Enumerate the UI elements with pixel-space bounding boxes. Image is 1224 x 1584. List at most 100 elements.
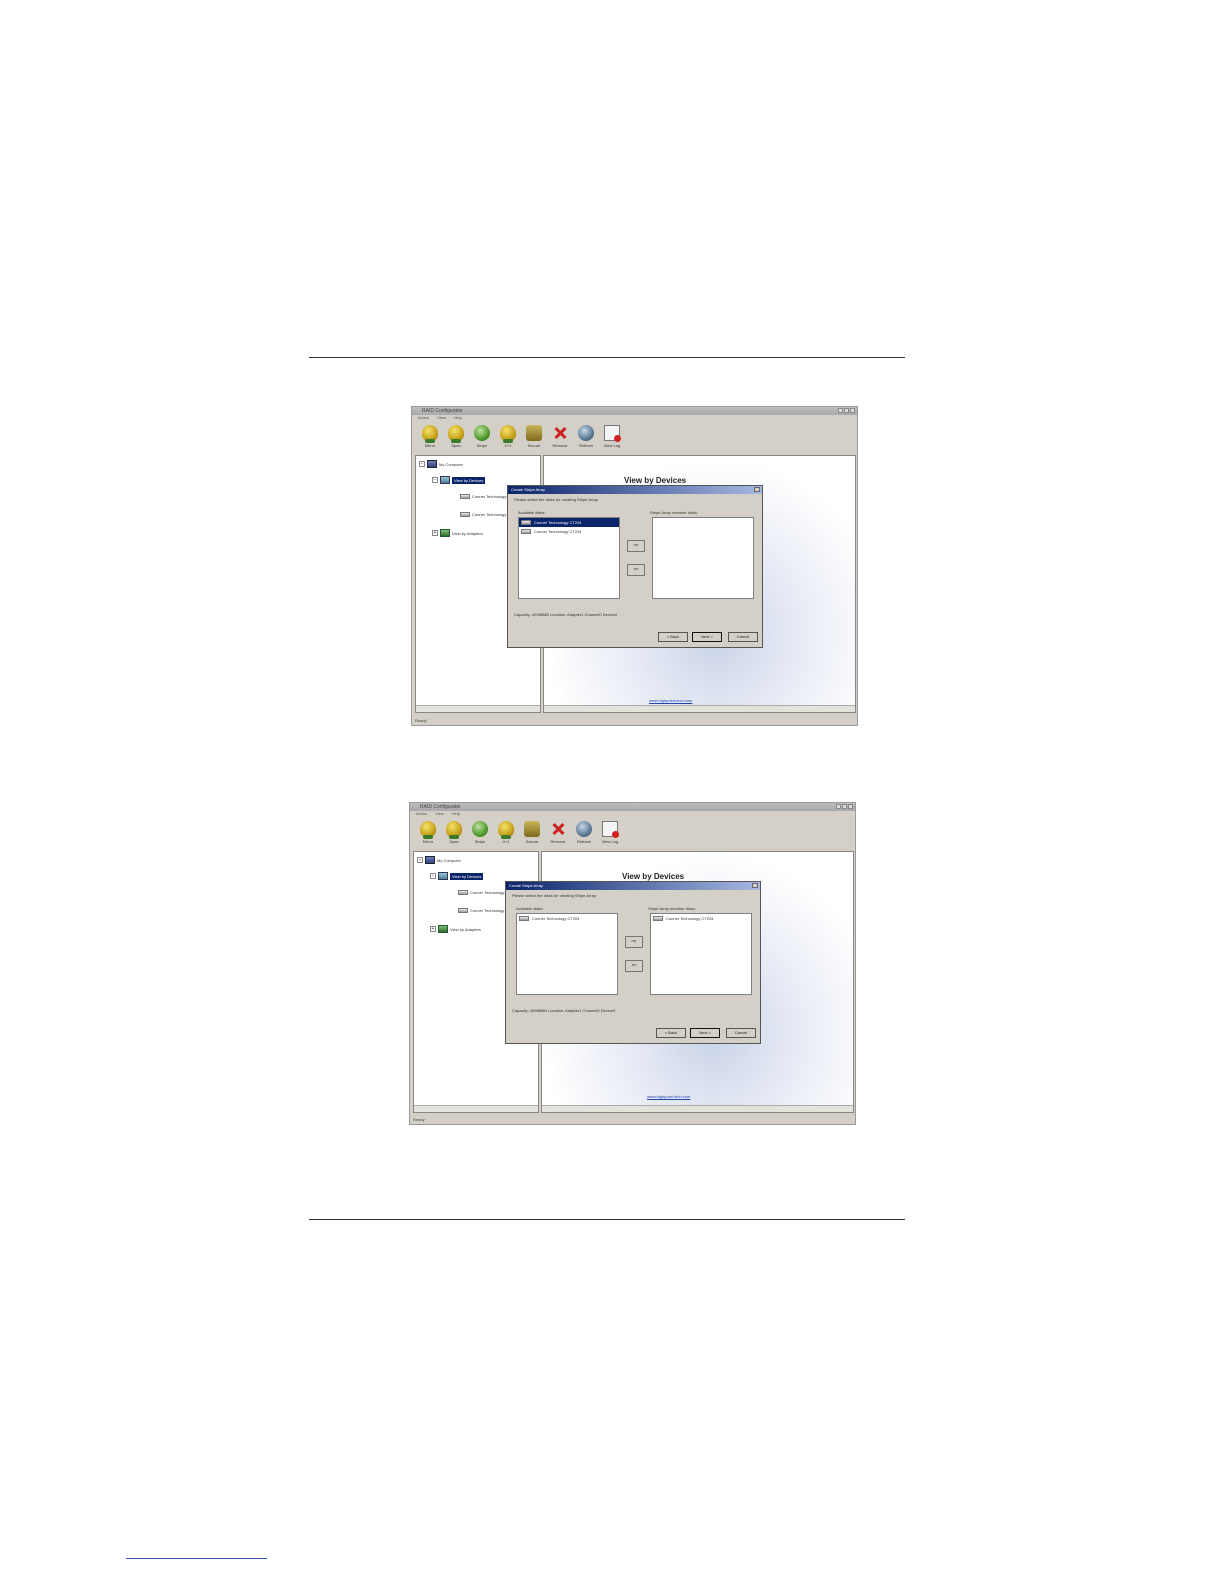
adapter-icon — [438, 925, 448, 933]
panel-title: View by Devices — [624, 476, 687, 485]
tree-item-disk[interactable]: Conner Technology — [470, 890, 504, 895]
close-icon[interactable] — [850, 408, 855, 413]
next-button[interactable]: Next > — [690, 1028, 720, 1038]
span-button[interactable]: Span — [446, 421, 466, 448]
remove-button[interactable]: Remove — [550, 421, 570, 448]
span-icon — [448, 425, 464, 443]
tree-item-my-computer[interactable]: My Computer — [439, 462, 463, 467]
list-item[interactable]: Conner Technology CT204 — [651, 914, 751, 923]
expand-icon[interactable]: + — [432, 530, 438, 536]
span-button[interactable]: Span — [444, 817, 464, 844]
span-icon — [446, 821, 462, 839]
horizontal-scrollbar[interactable] — [542, 1105, 853, 1112]
available-disks-list[interactable]: Conner Technology CT204 Conner Technolog… — [518, 517, 620, 599]
capacity-info: Capacity: 40988MB Location: Adapter1 Cha… — [512, 1008, 616, 1013]
minimize-icon[interactable] — [838, 408, 843, 413]
next-button[interactable]: Next > — [692, 632, 722, 642]
refresh-button[interactable]: Refresh — [576, 421, 596, 448]
dialog-titlebar[interactable]: Create Stripe Array — [506, 882, 760, 890]
close-icon[interactable] — [848, 804, 853, 809]
minimize-icon[interactable] — [836, 804, 841, 809]
dialog-titlebar[interactable]: Create Stripe Array — [508, 486, 762, 494]
tree-item-view-devices[interactable]: View by Devices — [450, 872, 484, 880]
tree-item-disk[interactable]: Conner Technology — [472, 494, 506, 499]
cancel-button[interactable]: Cancel — [726, 1028, 756, 1038]
footnote-rule — [126, 1558, 267, 1559]
secure-button[interactable]: Secure — [524, 421, 544, 448]
expand-icon[interactable]: + — [430, 926, 436, 932]
globe-icon — [576, 821, 592, 837]
adapter-icon — [440, 529, 450, 537]
add-disk-button[interactable]: ⇨ — [625, 936, 643, 948]
raid01-icon — [498, 821, 514, 839]
collapse-icon[interactable]: − — [432, 477, 438, 483]
view-log-button[interactable]: View Log — [602, 421, 622, 448]
horizontal-scrollbar[interactable] — [544, 705, 855, 712]
window-title: RAID Configurator — [420, 804, 461, 810]
collapse-icon[interactable]: − — [430, 873, 436, 879]
mirror-button[interactable]: Mirror — [420, 421, 440, 448]
raid01-button[interactable]: 0+1 — [496, 817, 516, 844]
window-titlebar[interactable]: RAID Configurator — [410, 803, 855, 811]
stripe-icon — [474, 425, 490, 441]
remove-button[interactable]: Remove — [548, 817, 568, 844]
screenshot-step-2: RAID Configurator Action View Help Mirro… — [409, 802, 856, 1125]
disk-icon — [458, 890, 468, 895]
list-item[interactable]: Conner Technology CT204 — [519, 518, 619, 527]
tree-item-view-adapters[interactable]: View by Adapters — [452, 531, 483, 536]
horizontal-scrollbar[interactable] — [414, 1105, 538, 1112]
status-bar: Ready — [413, 1117, 425, 1122]
view-log-button[interactable]: View Log — [600, 817, 620, 844]
stripe-button[interactable]: Stripe — [472, 421, 492, 448]
add-disk-button[interactable]: ⇨ — [627, 540, 645, 552]
dialog-instruction: Please select the disks for creating Str… — [514, 497, 598, 502]
website-link[interactable]: www.highpoint-tech.com — [647, 1094, 690, 1099]
remove-disk-button[interactable]: ⇦ — [627, 564, 645, 576]
toolbar: Mirror Span Stripe 0+1 Secure Remove Ref… — [412, 421, 857, 453]
maximize-icon[interactable] — [842, 804, 847, 809]
lock-icon — [524, 821, 540, 837]
raid01-button[interactable]: 0+1 — [498, 421, 518, 448]
maximize-icon[interactable] — [844, 408, 849, 413]
computer-icon — [425, 856, 435, 864]
globe-icon — [578, 425, 594, 441]
website-link[interactable]: www.highpoint-tech.com — [649, 698, 692, 703]
raid01-icon — [500, 425, 516, 443]
remove-icon — [550, 821, 566, 837]
horizontal-scrollbar[interactable] — [416, 705, 540, 712]
refresh-button[interactable]: Refresh — [574, 817, 594, 844]
tree-item-view-devices[interactable]: View by Devices — [452, 476, 486, 484]
dialog-instruction: Please select the disks for creating Str… — [512, 893, 596, 898]
tree-item-disk[interactable]: Conner Technology — [472, 512, 506, 517]
tree-item-view-adapters[interactable]: View by Adapters — [450, 927, 481, 932]
disk-icon — [460, 494, 470, 499]
mirror-button[interactable]: Mirror — [418, 817, 438, 844]
member-disks-list[interactable]: Conner Technology CT204 — [650, 913, 752, 995]
create-stripe-dialog: Create Stripe Array Please select the di… — [505, 881, 761, 1044]
disk-icon — [519, 916, 529, 921]
tree-item-disk[interactable]: Conner Technology — [470, 908, 504, 913]
back-button[interactable]: < Back — [658, 632, 688, 642]
log-icon — [602, 821, 619, 838]
member-disks-label: Stripe Array member disks: — [648, 906, 697, 911]
tree-item-my-computer[interactable]: My Computer — [437, 858, 461, 863]
list-item[interactable]: Conner Technology CT204 — [519, 527, 619, 536]
list-item[interactable]: Conner Technology CT204 — [517, 914, 617, 923]
disk-icon — [521, 520, 531, 525]
screenshot-step-1: RAID Configurator Action View Help Mirro… — [411, 406, 858, 726]
available-disks-list[interactable]: Conner Technology CT204 — [516, 913, 618, 995]
collapse-icon[interactable]: − — [419, 461, 425, 467]
close-icon[interactable] — [754, 487, 760, 492]
window-titlebar[interactable]: RAID Configurator — [412, 407, 857, 415]
mirror-icon — [422, 425, 438, 443]
remove-icon — [552, 425, 568, 441]
remove-disk-button[interactable]: ⇦ — [625, 960, 643, 972]
close-icon[interactable] — [752, 883, 758, 888]
secure-button[interactable]: Secure — [522, 817, 542, 844]
member-disks-list[interactable] — [652, 517, 754, 599]
cancel-button[interactable]: Cancel — [728, 632, 758, 642]
back-button[interactable]: < Back — [656, 1028, 686, 1038]
collapse-icon[interactable]: − — [417, 857, 423, 863]
stripe-button[interactable]: Stripe — [470, 817, 490, 844]
stripe-icon — [472, 821, 488, 837]
